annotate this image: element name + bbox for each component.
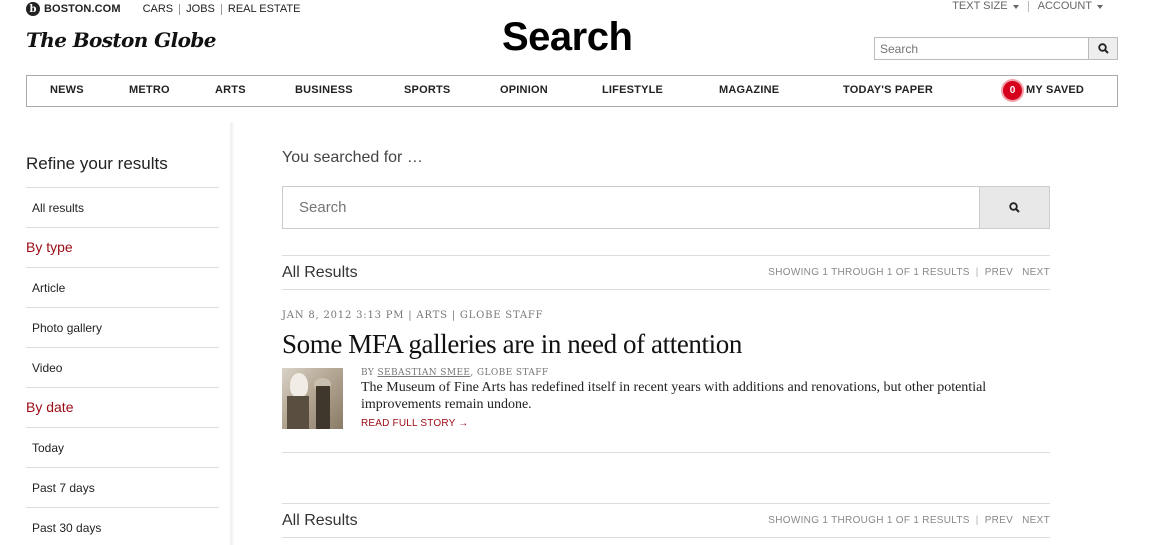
result-summary: The Museum of Fine Arts has redefined it… [361,380,987,412]
nav-my-saved[interactable]: MY SAVED [1026,84,1084,96]
search-results-main: You searched for … All Results SHOWING 1… [282,140,1050,538]
real-estate-link[interactable]: REAL ESTATE [220,3,307,15]
prev-link[interactable]: PREV [985,267,1013,278]
utility-links: CARS JOBS REAL ESTATE [143,3,307,15]
boston-com-label: BOSTON.COM [44,3,121,15]
refine-title: Refine your results [26,145,219,188]
result-item: JAN 8, 2012 3:13 PM | ARTS | GLOBE STAFF… [282,290,1050,453]
results-label: All Results [282,263,358,281]
result-body: BY SEBASTIAN SMEE, GLOBE STAFF The Museu… [282,368,1050,431]
boston-com-link[interactable]: b BOSTON.COM [26,2,121,16]
pagination-separator: | [975,267,979,278]
next-link[interactable]: NEXT [1022,515,1050,526]
pagination: SHOWING 1 THROUGH 1 OF 1 RESULTS | PREV … [768,267,1050,278]
result-thumbnail[interactable] [282,368,343,429]
results-count: SHOWING 1 THROUGH 1 OF 1 RESULTS [768,267,970,278]
filter-video[interactable]: Video [26,348,219,388]
nav-metro[interactable]: METRO [129,84,170,96]
header-search-input[interactable] [875,38,1088,59]
account-menu[interactable]: ACCOUNT [1027,0,1112,12]
result-meta: JAN 8, 2012 3:13 PM | ARTS | GLOBE STAFF [282,310,544,321]
result-headline[interactable]: Some MFA galleries are in need of attent… [282,329,1050,360]
results-header: All Results SHOWING 1 THROUGH 1 OF 1 RES… [282,255,1050,290]
filter-all-results[interactable]: All results [26,188,219,228]
main-search-input[interactable] [283,187,979,228]
jobs-link[interactable]: JOBS [179,3,221,15]
result-byline: BY SEBASTIAN SMEE, GLOBE STAFF [361,368,1021,378]
by-date-heading: By date [26,388,219,428]
prev-link[interactable]: PREV [985,515,1013,526]
header-search-button[interactable] [1088,38,1117,59]
results-label: All Results [282,511,358,529]
saved-count-badge: 0 [1003,81,1022,100]
pagination: SHOWING 1 THROUGH 1 OF 1 RESULTS | PREV … [768,515,1050,526]
result-text: BY SEBASTIAN SMEE, GLOBE STAFF The Museu… [361,368,1021,431]
searched-for-label: You searched for … [282,149,423,166]
nav-arts[interactable]: ARTS [215,84,246,96]
byline-suffix: , GLOBE STAFF [470,368,549,378]
boston-com-logo-icon: b [26,2,40,16]
nav-lifestyle[interactable]: LIFESTYLE [602,84,663,96]
filter-today[interactable]: Today [26,428,219,468]
filter-past-7-days[interactable]: Past 7 days [26,468,219,508]
cars-link[interactable]: CARS [143,3,180,15]
search-icon [1009,202,1020,213]
nav-sports[interactable]: SPORTS [404,84,450,96]
search-icon [1097,43,1109,54]
utility-bar: b BOSTON.COM CARS JOBS REAL ESTATE [26,2,306,16]
main-nav: NEWS METRO ARTS BUSINESS SPORTS OPINION … [26,75,1118,107]
nav-business[interactable]: BUSINESS [295,84,353,96]
account-controls: TEXT SIZE ACCOUNT [943,1,1112,12]
byline-prefix: BY [361,368,378,378]
read-full-story-link[interactable]: READ FULL STORY → [361,418,469,429]
nav-opinion[interactable]: OPINION [500,84,548,96]
text-size-menu[interactable]: TEXT SIZE [943,1,1027,12]
nav-magazine[interactable]: MAGAZINE [719,84,779,96]
filter-photo-gallery[interactable]: Photo gallery [26,308,219,348]
filter-past-30-days[interactable]: Past 30 days [26,508,219,545]
pagination-separator: | [975,515,979,526]
filter-article[interactable]: Article [26,268,219,308]
header-search [874,37,1118,60]
nav-news[interactable]: NEWS [50,84,84,96]
results-footer: All Results SHOWING 1 THROUGH 1 OF 1 RES… [282,503,1050,538]
chevron-down-icon [1097,4,1103,9]
chevron-down-icon [1012,4,1019,9]
next-link[interactable]: NEXT [1022,267,1050,278]
results-count: SHOWING 1 THROUGH 1 OF 1 RESULTS [768,515,970,526]
refine-sidebar: Refine your results All results By type … [26,145,219,545]
main-search [282,186,1050,229]
sidebar-divider [230,122,234,545]
by-type-heading: By type [26,228,219,268]
nav-todays-paper[interactable]: TODAY'S PAPER [843,84,933,96]
page-title: Search [502,15,633,59]
author-link[interactable]: SEBASTIAN SMEE [377,368,470,378]
text-size-label: TEXT SIZE [952,0,1008,12]
account-label: ACCOUNT [1037,0,1092,12]
boston-globe-logo[interactable]: The Boston Globe [26,28,216,52]
main-search-button[interactable] [979,187,1049,228]
